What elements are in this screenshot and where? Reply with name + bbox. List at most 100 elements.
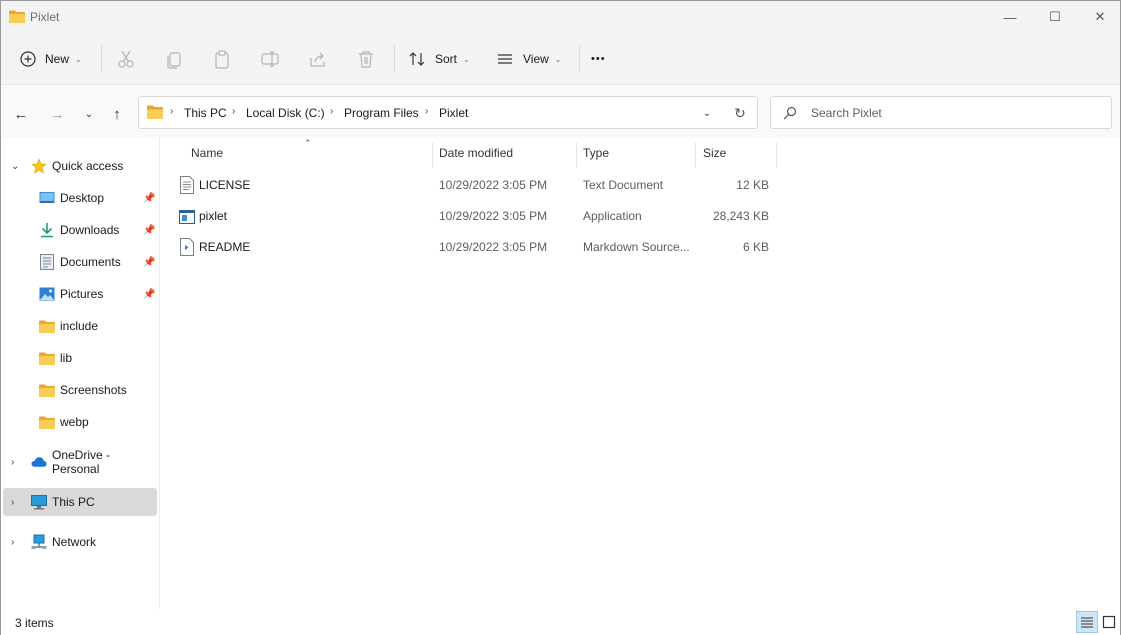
pictures-icon <box>39 286 55 302</box>
folder-icon <box>39 382 55 398</box>
downloads-icon <box>39 222 55 238</box>
folder-icon <box>39 414 55 430</box>
add-icon <box>20 51 36 67</box>
network-icon <box>31 534 47 550</box>
cut-icon <box>118 50 134 68</box>
breadcrumb-separator: › <box>330 106 334 117</box>
address-row: ← → ⌄ ↑ › This PC › Local Disk (C:) › Pr… <box>1 86 1120 138</box>
search-input[interactable]: Search Pixlet <box>770 96 1112 129</box>
nav-label: Pictures <box>60 287 104 301</box>
breadcrumb-this-pc[interactable]: This PC <box>184 106 227 120</box>
details-view-button[interactable] <box>1076 611 1098 633</box>
chevron-right-icon[interactable]: › <box>11 457 14 468</box>
breadcrumb-pixlet[interactable]: Pixlet <box>439 106 468 120</box>
back-button[interactable]: ← <box>9 102 33 126</box>
close-button[interactable]: ✕ <box>1077 1 1121 33</box>
file-list: ⌃ Name Date modified Type Size LICENSE 1… <box>160 138 1120 609</box>
column-header-date[interactable]: Date modified <box>439 138 575 168</box>
desktop-icon <box>39 190 55 206</box>
cloud-icon <box>31 454 47 470</box>
file-row[interactable]: pixlet 10/29/2022 3:05 PM Application 28… <box>160 201 780 231</box>
delete-button[interactable] <box>355 47 377 71</box>
computer-icon <box>31 494 47 510</box>
search-icon <box>783 106 797 120</box>
navigation-pane: ⌄ Quick access Desktop 📌 Downloads 📌 Doc… <box>1 138 159 609</box>
new-button[interactable]: New ⌄ <box>19 47 82 71</box>
share-button[interactable] <box>307 47 329 71</box>
column-header-name[interactable]: Name <box>191 138 431 168</box>
details-view-icon <box>1081 617 1093 628</box>
recent-locations-button[interactable]: ⌄ <box>77 102 101 126</box>
nav-item-lib[interactable]: lib <box>3 344 157 372</box>
paste-icon <box>215 50 229 69</box>
column-header-size[interactable]: Size <box>703 138 775 168</box>
up-button[interactable]: ↑ <box>105 102 129 126</box>
nav-item-downloads[interactable]: Downloads 📌 <box>3 216 157 244</box>
column-header-type[interactable]: Type <box>583 138 695 168</box>
minimize-button[interactable]: — <box>987 1 1033 33</box>
file-name: LICENSE <box>199 178 251 192</box>
nav-item-desktop[interactable]: Desktop 📌 <box>3 184 157 212</box>
chevron-right-icon[interactable]: › <box>11 537 14 548</box>
file-row[interactable]: LICENSE 10/29/2022 3:05 PM Text Document… <box>160 170 780 200</box>
column-divider[interactable] <box>432 142 433 168</box>
file-type: Text Document <box>583 178 664 192</box>
chevron-down-icon: ⌄ <box>554 54 562 64</box>
application-icon <box>179 210 195 224</box>
pin-icon: 📌 <box>143 224 156 236</box>
column-divider[interactable] <box>776 142 777 168</box>
cut-button[interactable] <box>115 47 137 71</box>
nav-label: OneDrive - Personal <box>52 448 111 476</box>
column-divider[interactable] <box>695 142 696 168</box>
large-icons-view-button[interactable] <box>1098 611 1120 633</box>
search-placeholder: Search Pixlet <box>811 106 882 120</box>
file-size: 6 KB <box>742 240 769 254</box>
documents-icon <box>39 254 55 270</box>
forward-button[interactable]: → <box>45 102 69 126</box>
nav-item-documents[interactable]: Documents 📌 <box>3 248 157 276</box>
folder-icon <box>147 105 163 119</box>
column-divider[interactable] <box>576 142 577 168</box>
nav-label: Desktop <box>60 191 105 205</box>
file-date: 10/29/2022 3:05 PM <box>439 178 548 192</box>
chevron-down-icon[interactable]: ⌄ <box>11 161 19 172</box>
maximize-button[interactable]: ☐ <box>1032 1 1078 33</box>
address-bar[interactable]: › This PC › Local Disk (C:) › Program Fi… <box>138 96 758 129</box>
breadcrumb-separator: › <box>232 106 236 117</box>
nav-network[interactable]: › Network <box>3 528 157 556</box>
title-bar[interactable]: Pixlet — ☐ ✕ <box>1 1 1120 33</box>
arrow-up-icon: ↑ <box>113 105 121 123</box>
breadcrumb-program-files[interactable]: Program Files <box>344 106 419 120</box>
refresh-button[interactable]: ↻ <box>729 103 751 123</box>
chevron-right-icon[interactable]: › <box>11 497 14 508</box>
separator <box>579 45 580 73</box>
chevron-down-icon: ⌄ <box>84 108 94 120</box>
rename-button[interactable] <box>259 47 281 71</box>
breadcrumb-local-disk[interactable]: Local Disk (C:) <box>246 106 325 120</box>
copy-button[interactable] <box>163 47 185 71</box>
nav-item-pictures[interactable]: Pictures 📌 <box>3 280 157 308</box>
nav-label: Network <box>52 535 97 549</box>
nav-item-screenshots[interactable]: Screenshots <box>3 376 157 404</box>
window-title: Pixlet <box>30 10 60 24</box>
nav-this-pc[interactable]: › This PC <box>3 488 157 516</box>
nav-onedrive[interactable]: › OneDrive - Personal <box>3 448 157 476</box>
paste-button[interactable] <box>211 47 233 71</box>
rename-icon <box>261 51 279 67</box>
view-button[interactable]: View ⌄ <box>495 47 562 71</box>
sort-button[interactable]: Sort ⌄ <box>407 47 470 71</box>
sort-label: Sort <box>435 52 458 66</box>
text-file-icon <box>180 176 194 194</box>
column-header-label: Size <box>703 146 727 160</box>
file-date: 10/29/2022 3:05 PM <box>439 209 548 223</box>
nav-item-webp[interactable]: webp <box>3 408 157 436</box>
see-more-button[interactable]: ••• <box>591 47 606 71</box>
nav-quick-access[interactable]: ⌄ Quick access <box>3 152 157 180</box>
folder-icon <box>39 350 55 366</box>
file-name: README <box>199 240 251 254</box>
address-history-button[interactable]: ⌄ <box>697 104 717 122</box>
nav-item-include[interactable]: include <box>3 312 157 340</box>
new-label: New <box>45 52 70 66</box>
file-name: pixlet <box>199 209 228 223</box>
file-row[interactable]: README 10/29/2022 3:05 PM Markdown Sourc… <box>160 232 780 262</box>
